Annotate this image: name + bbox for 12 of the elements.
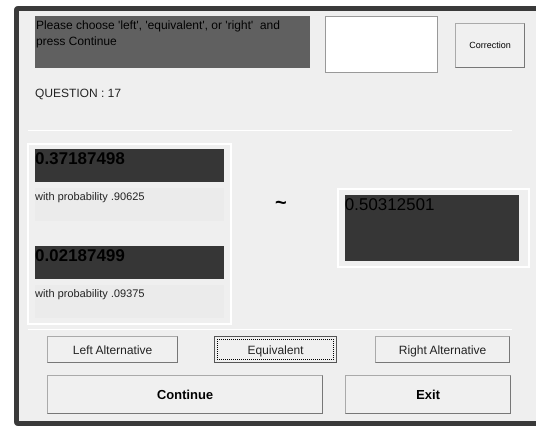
choice-button[interactable]: Right Alternative xyxy=(375,336,510,363)
correction-button[interactable]: Correction xyxy=(455,23,525,68)
action-button[interactable]: Continue xyxy=(47,375,323,414)
choice-button[interactable]: Left Alternative xyxy=(47,336,178,363)
relation-symbol: ~ xyxy=(275,193,287,213)
probability-label: with probability .09375 xyxy=(35,285,224,318)
prompt-text: Please choose 'left', 'equivalent', or 'right' and press Continue xyxy=(35,16,310,68)
probability-label: with probability .90625 xyxy=(35,188,224,221)
choice-button[interactable]: Equivalent xyxy=(214,336,337,363)
question-label: QUESTION : 17 xyxy=(35,85,122,102)
input-field[interactable] xyxy=(325,16,438,73)
action-button[interactable]: Exit xyxy=(345,375,511,414)
